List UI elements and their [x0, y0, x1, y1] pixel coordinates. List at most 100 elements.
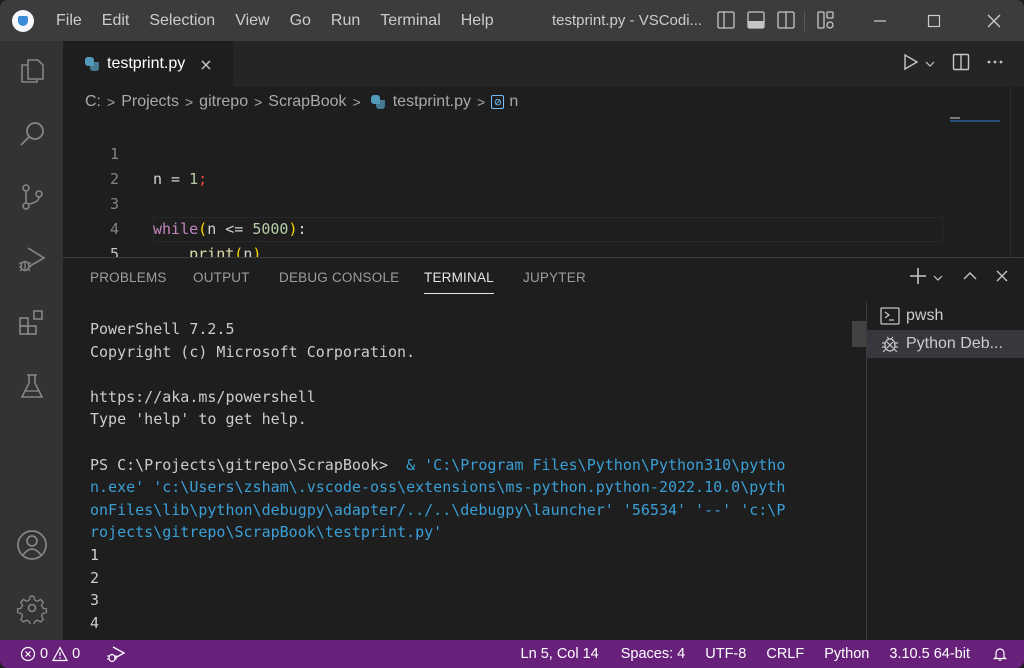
- breadcrumb-drive[interactable]: C:: [85, 93, 101, 111]
- terminal-line: n.exe' 'c:\Users\zsham\.vscode-oss\exten…: [90, 478, 786, 497]
- maximize-panel-icon[interactable]: [962, 268, 978, 288]
- testing-flask-icon[interactable]: [14, 368, 50, 404]
- terminal-line: rojects\gitrepo\ScrapBook\testprint.py': [90, 523, 443, 542]
- variable-symbol-icon: ⊘: [491, 95, 505, 109]
- terminal-instance-pwsh[interactable]: pwsh: [867, 302, 1024, 330]
- minimap-current-line: [950, 120, 1000, 122]
- code-editor[interactable]: 1 n = 1; 2 3 while(n <= 5000): 4 print(n…: [63, 117, 943, 288]
- terminal-line: Copyright (c) Microsoft Corporation.: [90, 342, 416, 361]
- terminal-command: & 'C:\Program Files\Python\Python310\pyt…: [397, 455, 786, 474]
- toggle-primary-sidebar-icon[interactable]: [716, 10, 736, 30]
- menu-go[interactable]: Go: [280, 0, 321, 41]
- breadcrumb-file[interactable]: testprint.py: [393, 93, 471, 111]
- problems-status[interactable]: 0 0: [0, 640, 88, 668]
- panel-actions: [908, 266, 1010, 290]
- breadcrumb-scrapbook[interactable]: ScrapBook: [268, 93, 346, 111]
- title-bar: File Edit Selection View Go Run Terminal…: [0, 0, 1024, 41]
- python-file-icon: [370, 95, 385, 109]
- run-dropdown-chevron-icon[interactable]: [924, 55, 936, 74]
- split-editor-icon[interactable]: [952, 53, 970, 75]
- breadcrumb-separator-icon: >: [254, 94, 263, 110]
- terminal-instance-label: Python Deb...: [906, 335, 1003, 352]
- source-control-icon[interactable]: [14, 179, 50, 215]
- terminal-line: https://aka.ms/powershell: [90, 387, 316, 406]
- activity-bar: [0, 41, 63, 640]
- tab-label: testprint.py: [107, 55, 186, 72]
- terminal-scrollbar-thumb[interactable]: [852, 321, 866, 347]
- menu-edit[interactable]: Edit: [92, 0, 140, 41]
- tab-debug-console[interactable]: DEBUG CONSOLE: [279, 270, 399, 294]
- terminal-line: PowerShell 7.2.5: [90, 320, 235, 338]
- terminal-output[interactable]: PowerShell 7.2.5 Copyright (c) Microsoft …: [90, 318, 850, 634]
- minimap[interactable]: [943, 87, 1024, 257]
- terminal-icon: [880, 307, 900, 325]
- tab-testprint-py[interactable]: testprint.py ×: [63, 41, 233, 87]
- extensions-icon[interactable]: [14, 305, 50, 341]
- titlebar-divider: [804, 11, 805, 31]
- warning-icon: [52, 646, 69, 662]
- run-and-debug-icon[interactable]: [14, 242, 50, 278]
- terminal-prompt: PS C:\Projects\gitrepo\ScrapBook>: [90, 455, 398, 474]
- launch-profile-chevron-icon[interactable]: [932, 269, 944, 288]
- close-tab-icon[interactable]: ×: [199, 55, 212, 74]
- terminal-output-line: 2: [90, 568, 100, 587]
- error-icon: [20, 646, 36, 662]
- status-bar: 0 0 Ln 5, Col 14 Spaces: 4 UTF-8 CRLF Py…: [0, 640, 1024, 668]
- terminal-instance-label: pwsh: [906, 307, 944, 324]
- menu-run[interactable]: Run: [321, 0, 370, 41]
- code-line-1: 1 n = 1;: [63, 117, 943, 188]
- menu-file[interactable]: File: [46, 0, 92, 41]
- more-actions-icon[interactable]: [986, 53, 1004, 75]
- editor-scrollbar[interactable]: [1010, 87, 1024, 257]
- new-terminal-plus-icon[interactable]: [908, 266, 928, 290]
- breadcrumb-symbol-n[interactable]: n: [509, 93, 518, 111]
- debug-icon: [882, 336, 898, 353]
- end-of-line[interactable]: CRLF: [758, 640, 812, 668]
- run-python-file-icon[interactable]: [902, 53, 920, 75]
- terminal-output-line: 4: [90, 613, 100, 632]
- tab-problems[interactable]: PROBLEMS: [90, 270, 167, 294]
- terminal-line: onFiles\lib\python\debugpy\adapter/../..…: [90, 500, 786, 519]
- explorer-icon[interactable]: [14, 53, 50, 89]
- cursor-position[interactable]: Ln 5, Col 14: [513, 640, 607, 668]
- maximize-button[interactable]: [911, 0, 957, 41]
- menu-help[interactable]: Help: [451, 0, 504, 41]
- python-interpreter[interactable]: 3.10.5 64-bit: [881, 640, 978, 668]
- menu-view[interactable]: View: [225, 0, 279, 41]
- close-window-button[interactable]: [971, 0, 1017, 41]
- search-icon[interactable]: [14, 116, 50, 152]
- accounts-icon[interactable]: [14, 527, 50, 563]
- menu-terminal[interactable]: Terminal: [370, 0, 450, 41]
- terminal-instance-python-debug[interactable]: Python Deb...: [867, 330, 1024, 358]
- debug-status[interactable]: [98, 640, 134, 668]
- customize-layout-icon[interactable]: [816, 10, 836, 30]
- terminal-output-line: 3: [90, 591, 100, 610]
- code-line-4: 4 print(n): [63, 192, 943, 263]
- breadcrumb-gitrepo[interactable]: gitrepo: [199, 93, 248, 111]
- tab-jupyter[interactable]: JUPYTER: [523, 270, 586, 294]
- notifications-bell-icon[interactable]: [984, 640, 1016, 668]
- breadcrumb-projects[interactable]: Projects: [121, 93, 179, 111]
- indentation[interactable]: Spaces: 4: [613, 640, 694, 668]
- bottom-panel: PROBLEMS OUTPUT DEBUG CONSOLE TERMINAL J…: [63, 257, 1024, 641]
- close-panel-icon[interactable]: [994, 268, 1010, 288]
- manage-gear-icon[interactable]: [14, 590, 50, 626]
- language-mode[interactable]: Python: [816, 640, 877, 668]
- tab-terminal[interactable]: TERMINAL: [424, 270, 494, 294]
- breadcrumb-separator-icon: >: [184, 94, 194, 110]
- code-line-5: 5 n = n + 1: [63, 217, 943, 288]
- editor-tabs: testprint.py ×: [63, 41, 1024, 87]
- breadcrumb-separator-icon: >: [107, 94, 116, 110]
- encoding[interactable]: UTF-8: [697, 640, 754, 668]
- menu-selection[interactable]: Selection: [139, 0, 225, 41]
- error-count: 0: [40, 646, 49, 662]
- minimize-button[interactable]: [857, 0, 903, 41]
- warning-count: 0: [72, 646, 81, 662]
- editor-actions: [902, 41, 1024, 87]
- terminal-output-line: 1: [90, 545, 100, 564]
- tab-output[interactable]: OUTPUT: [193, 270, 250, 294]
- toggle-secondary-sidebar-icon[interactable]: [776, 10, 796, 30]
- toggle-panel-icon[interactable]: [746, 10, 766, 30]
